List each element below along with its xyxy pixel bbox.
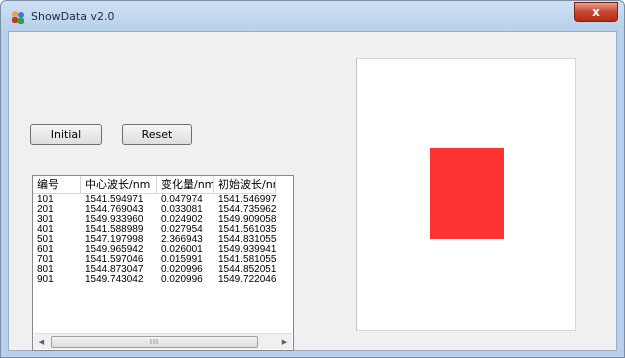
column-header-change[interactable]: 变化量/nm — [157, 176, 214, 193]
table-cell: 901 — [37, 274, 54, 285]
scroll-right-icon[interactable]: ▶ — [277, 334, 292, 349]
close-icon: x — [592, 5, 600, 19]
column-header-id[interactable]: 编号 — [33, 176, 81, 193]
display-canvas — [356, 58, 576, 331]
app-people-icon — [12, 11, 24, 24]
table-cell: 1549.743042 — [85, 274, 144, 285]
table-header: 编号 中心波长/nm 变化量/nm 初始波长/nm — [33, 176, 276, 194]
table-row[interactable]: 901 1549.743042 0.020996 1549.722046 — [33, 274, 276, 286]
scroll-left-icon[interactable]: ◀ — [34, 334, 49, 349]
red-indicator-block — [430, 148, 504, 239]
initial-button[interactable]: Initial — [30, 124, 102, 145]
table-cell: 1549.722046 — [218, 274, 276, 285]
column-header-initial-wavelength[interactable]: 初始波长/nm — [214, 176, 276, 193]
horizontal-scrollbar[interactable]: ◀ III ▶ — [34, 333, 292, 349]
scroll-grip-icon: III — [149, 338, 160, 346]
reset-button[interactable]: Reset — [122, 124, 192, 145]
column-header-center-wavelength[interactable]: 中心波长/nm — [81, 176, 157, 193]
close-button[interactable]: x — [574, 2, 618, 22]
table-cell: 0.020996 — [161, 274, 203, 285]
window-title: ShowData v2.0 — [31, 10, 115, 23]
scrollbar-thumb[interactable]: III — [51, 336, 258, 348]
app-window: ShowData v2.0 x Initial Reset 编号 中心波长/nm… — [0, 0, 625, 358]
data-list-view[interactable]: 编号 中心波长/nm 变化量/nm 初始波长/nm 1011541.594971… — [32, 175, 294, 351]
client-area: Initial Reset 编号 中心波长/nm 变化量/nm 初始波长/nm … — [8, 31, 617, 351]
title-bar[interactable]: ShowData v2.0 x — [1, 1, 624, 31]
